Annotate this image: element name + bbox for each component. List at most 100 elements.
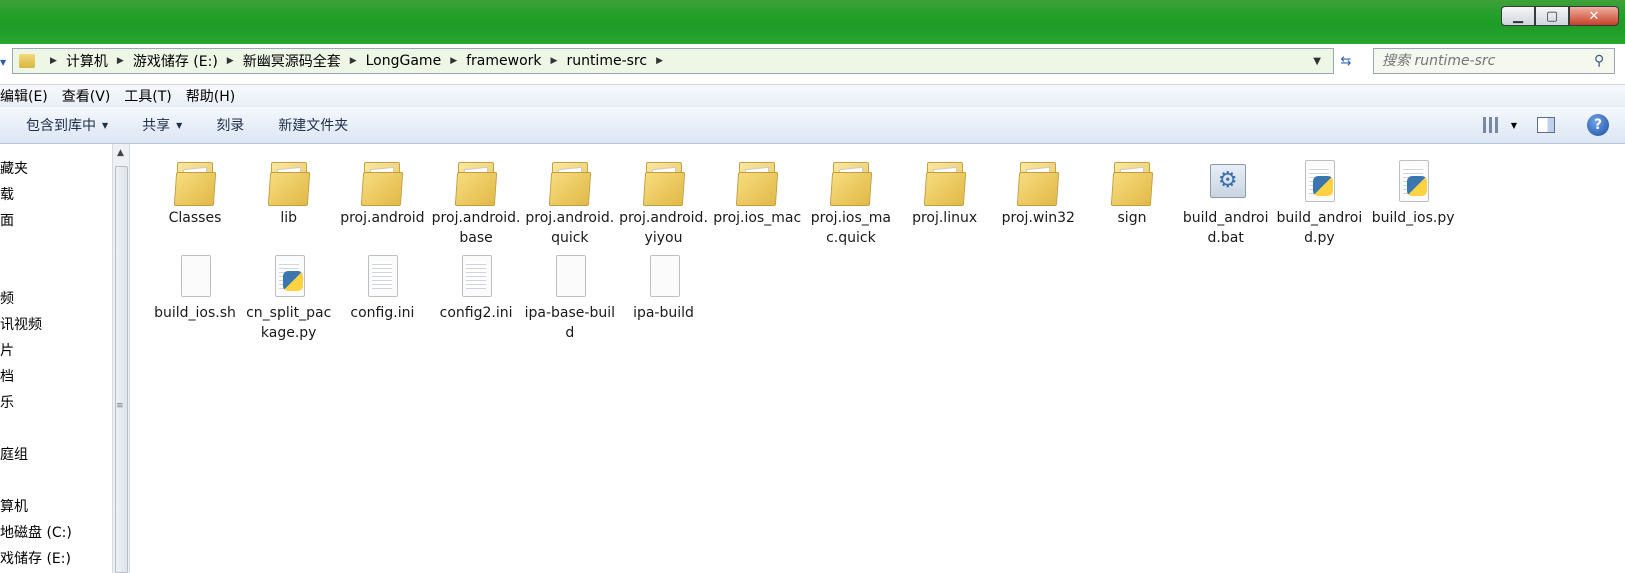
- new-folder-button[interactable]: 新建文件夹: [278, 115, 348, 135]
- title-bar: ▁ ▢ ✕: [0, 0, 1625, 44]
- nav-item[interactable]: 讯视频: [0, 314, 42, 334]
- blank-file-icon: [548, 253, 592, 299]
- file-item[interactable]: build_android.py: [1273, 150, 1365, 248]
- nav-item[interactable]: 频: [0, 288, 14, 308]
- search-icon[interactable]: ⚲: [1594, 53, 1614, 69]
- burn-button[interactable]: 刻录: [216, 115, 244, 135]
- file-item[interactable]: config.ini: [336, 245, 428, 323]
- folder-item[interactable]: proj.win32: [992, 150, 1084, 228]
- close-button[interactable]: ✕: [1569, 6, 1619, 26]
- preview-pane-icon[interactable]: [1537, 117, 1555, 133]
- file-item[interactable]: ⚙ build_android.bat: [1180, 150, 1272, 248]
- folder-icon: [923, 158, 967, 206]
- file-name: proj.ios_mac: [713, 210, 802, 226]
- nav-item[interactable]: 档: [0, 366, 14, 386]
- file-item[interactable]: ipa-build: [618, 245, 710, 323]
- help-icon[interactable]: ?: [1587, 114, 1609, 136]
- include-in-library-button[interactable]: 包含到库中 ▼: [26, 115, 108, 135]
- view-options-icon[interactable]: [1482, 117, 1499, 133]
- file-name: Classes: [168, 210, 222, 226]
- nav-item[interactable]: 乐: [0, 392, 14, 412]
- python-file-icon: [1391, 158, 1435, 204]
- breadcrumb-item[interactable]: 新幽冥源码全套: [243, 51, 341, 71]
- folder-front: [1110, 172, 1154, 206]
- nav-item[interactable]: 庭组: [0, 444, 28, 464]
- file-name: config2.ini: [439, 305, 513, 321]
- folder-item[interactable]: proj.linux: [899, 150, 991, 228]
- nav-item[interactable]: 载: [0, 184, 14, 204]
- file-name: build_ios.py: [1371, 210, 1455, 226]
- breadcrumb-item[interactable]: framework: [466, 53, 541, 69]
- menu-edit[interactable]: 编辑(E): [0, 86, 48, 106]
- share-button[interactable]: 共享 ▼: [142, 115, 182, 135]
- chevron-right-icon[interactable]: ▶: [117, 56, 124, 66]
- breadcrumb-item[interactable]: runtime-src: [566, 53, 647, 69]
- breadcrumb-item[interactable]: 游戏储存 (E:): [133, 51, 218, 71]
- folder-item[interactable]: lib: [243, 150, 335, 228]
- file-name: ipa-build: [633, 305, 694, 321]
- search-box[interactable]: ⚲: [1373, 48, 1615, 74]
- file-item[interactable]: cn_split_package.py: [243, 245, 335, 343]
- file-name: proj.android.yiyou: [619, 210, 708, 246]
- back-arrow-icon[interactable]: ▼: [0, 58, 6, 67]
- folder-item[interactable]: proj.android: [336, 150, 428, 228]
- file-item[interactable]: ipa-base-build: [524, 245, 616, 343]
- blank-file-icon: [642, 253, 686, 299]
- folder-item[interactable]: sign: [1086, 150, 1178, 228]
- breadcrumb-item[interactable]: LongGame: [366, 53, 442, 69]
- file-item[interactable]: build_ios.py: [1367, 150, 1459, 228]
- gear-icon: ⚙: [1209, 164, 1246, 198]
- nav-item[interactable]: 片: [0, 340, 14, 360]
- caret-down-icon[interactable]: ▼: [1511, 121, 1517, 130]
- folder-front: [829, 172, 873, 206]
- chevron-right-icon[interactable]: ▶: [450, 56, 457, 66]
- file-name: proj.linux: [912, 210, 978, 226]
- menu-help[interactable]: 帮助(H): [186, 86, 235, 106]
- folder-front: [548, 172, 591, 206]
- chevron-right-icon[interactable]: ▶: [656, 56, 663, 66]
- chevron-right-icon[interactable]: ▶: [551, 56, 558, 66]
- folder-item[interactable]: proj.android.base: [430, 150, 522, 248]
- search-input[interactable]: [1374, 52, 1594, 70]
- folder-item[interactable]: proj.android.yiyou: [618, 150, 710, 248]
- scroll-up-icon[interactable]: ▲: [117, 148, 124, 158]
- folder-item[interactable]: Classes: [149, 150, 241, 228]
- folder-item[interactable]: proj.android.quick: [524, 150, 616, 248]
- file-item[interactable]: build_ios.sh: [149, 245, 241, 323]
- file-item[interactable]: config2.ini: [430, 245, 522, 323]
- folder-icon: [1016, 158, 1060, 206]
- file-name: build_android.bat: [1182, 210, 1269, 246]
- nav-item[interactable]: 面: [0, 210, 14, 230]
- file-name: ipa-base-build: [524, 305, 615, 341]
- address-bar[interactable]: ▶ 计算机 ▶ 游戏储存 (E:) ▶ 新幽冥源码全套 ▶ LongGame ▶ framewo…: [12, 48, 1334, 74]
- folder-icon: [548, 158, 592, 206]
- nav-item[interactable]: 算机: [0, 496, 28, 516]
- file-name: config.ini: [350, 305, 415, 321]
- menu-tools[interactable]: 工具(T): [124, 86, 171, 106]
- python-file-icon: [1297, 158, 1341, 204]
- address-row: ▼ ▶ 计算机 ▶ 游戏储存 (E:) ▶ 新幽冥源码全套 ▶ LongGame ▶ frame…: [0, 46, 1625, 78]
- folder-item[interactable]: proj.ios_mac: [711, 150, 803, 228]
- folder-icon: [267, 158, 311, 206]
- python-logo-icon: [1313, 176, 1334, 196]
- nav-item[interactable]: 戏储存 (E:): [0, 548, 71, 568]
- folder-icon: [19, 54, 35, 68]
- scroll-thumb[interactable]: [115, 166, 128, 573]
- minimize-button[interactable]: ▁: [1501, 6, 1535, 26]
- maximize-button[interactable]: ▢: [1535, 6, 1569, 26]
- nav-item[interactable]: 地磁盘 (C:): [0, 522, 72, 542]
- chevron-right-icon[interactable]: ▶: [50, 56, 57, 66]
- folder-item[interactable]: proj.ios_mac.quick: [805, 150, 897, 248]
- file-name: cn_split_package.py: [246, 305, 332, 341]
- refresh-icon[interactable]: ⇆: [1336, 48, 1356, 74]
- breadcrumb-item[interactable]: 计算机: [66, 51, 108, 71]
- file-name: proj.ios_mac.quick: [810, 210, 891, 246]
- file-name: proj.android: [340, 210, 425, 226]
- menu-view[interactable]: 查看(V): [62, 86, 111, 106]
- chevron-right-icon[interactable]: ▶: [227, 56, 234, 66]
- nav-item[interactable]: 藏夹: [0, 158, 28, 178]
- python-logo-icon: [1407, 176, 1428, 196]
- nav-scrollbar[interactable]: ▲ ≡: [112, 144, 130, 573]
- chevron-down-icon[interactable]: ▼: [1313, 56, 1321, 67]
- chevron-right-icon[interactable]: ▶: [350, 56, 357, 66]
